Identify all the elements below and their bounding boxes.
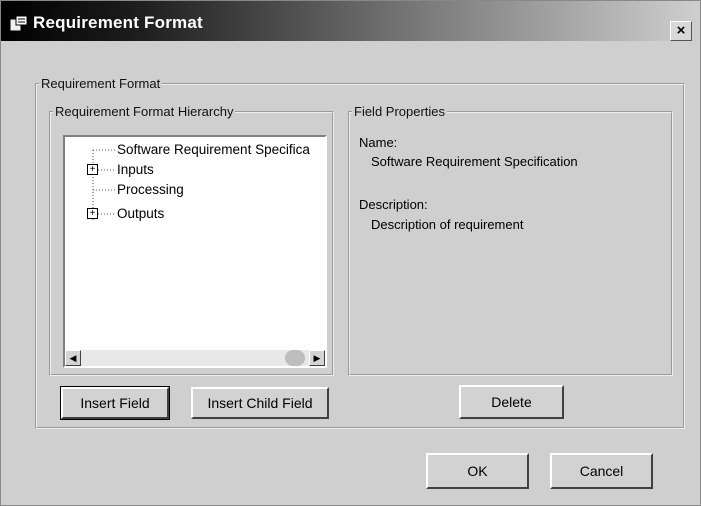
delete-button[interactable]: Delete [459,385,564,419]
name-label: Name: [359,135,398,150]
close-icon: × [676,22,686,39]
scrollbar-thumb[interactable] [285,350,305,366]
expand-inputs-icon[interactable]: + [87,164,98,175]
title-bar[interactable]: Requirement Format × [1,1,700,41]
tree-item-processing[interactable]: Processing [117,180,184,200]
tree-item-label: Outputs [117,206,165,221]
field-properties-group-label: Field Properties [354,104,446,119]
insert-field-button[interactable]: Insert Field [60,386,170,420]
tree-item-outputs[interactable]: Outputs [117,204,164,224]
window-title: Requirement Format [33,13,203,32]
description-label: Description: [359,197,428,212]
scroll-left-icon[interactable]: ◀ [65,350,81,366]
description-value: Description of requirement [371,217,524,232]
name-value: Software Requirement Specification [371,154,578,169]
tree-item-inputs[interactable]: Inputs [117,160,154,180]
close-button[interactable]: × [670,21,692,41]
hierarchy-tree[interactable]: Software Requirement Specifica + Inputs … [63,135,327,368]
requirement-format-dialog: Requirement Format × Requirement Format … [0,0,701,506]
expand-outputs-icon[interactable]: + [87,208,98,219]
tree-item-label: Inputs [117,162,154,177]
tree-item-software-requirement-specification[interactable]: Software Requirement Specifica [117,140,310,160]
app-icon [9,15,28,32]
horizontal-scrollbar[interactable]: ◀ ▶ [65,350,325,366]
ok-button[interactable]: OK [426,453,529,489]
scroll-right-icon[interactable]: ▶ [309,350,325,366]
tree-lines [92,149,115,220]
cancel-button[interactable]: Cancel [550,453,653,489]
insert-child-field-button[interactable]: Insert Child Field [191,387,329,419]
tree-item-label: Processing [117,182,184,197]
hierarchy-group-label: Requirement Format Hierarchy [55,104,234,119]
tree-item-label: Software Requirement Specifica [117,142,310,157]
requirement-format-group-label: Requirement Format [41,76,161,91]
